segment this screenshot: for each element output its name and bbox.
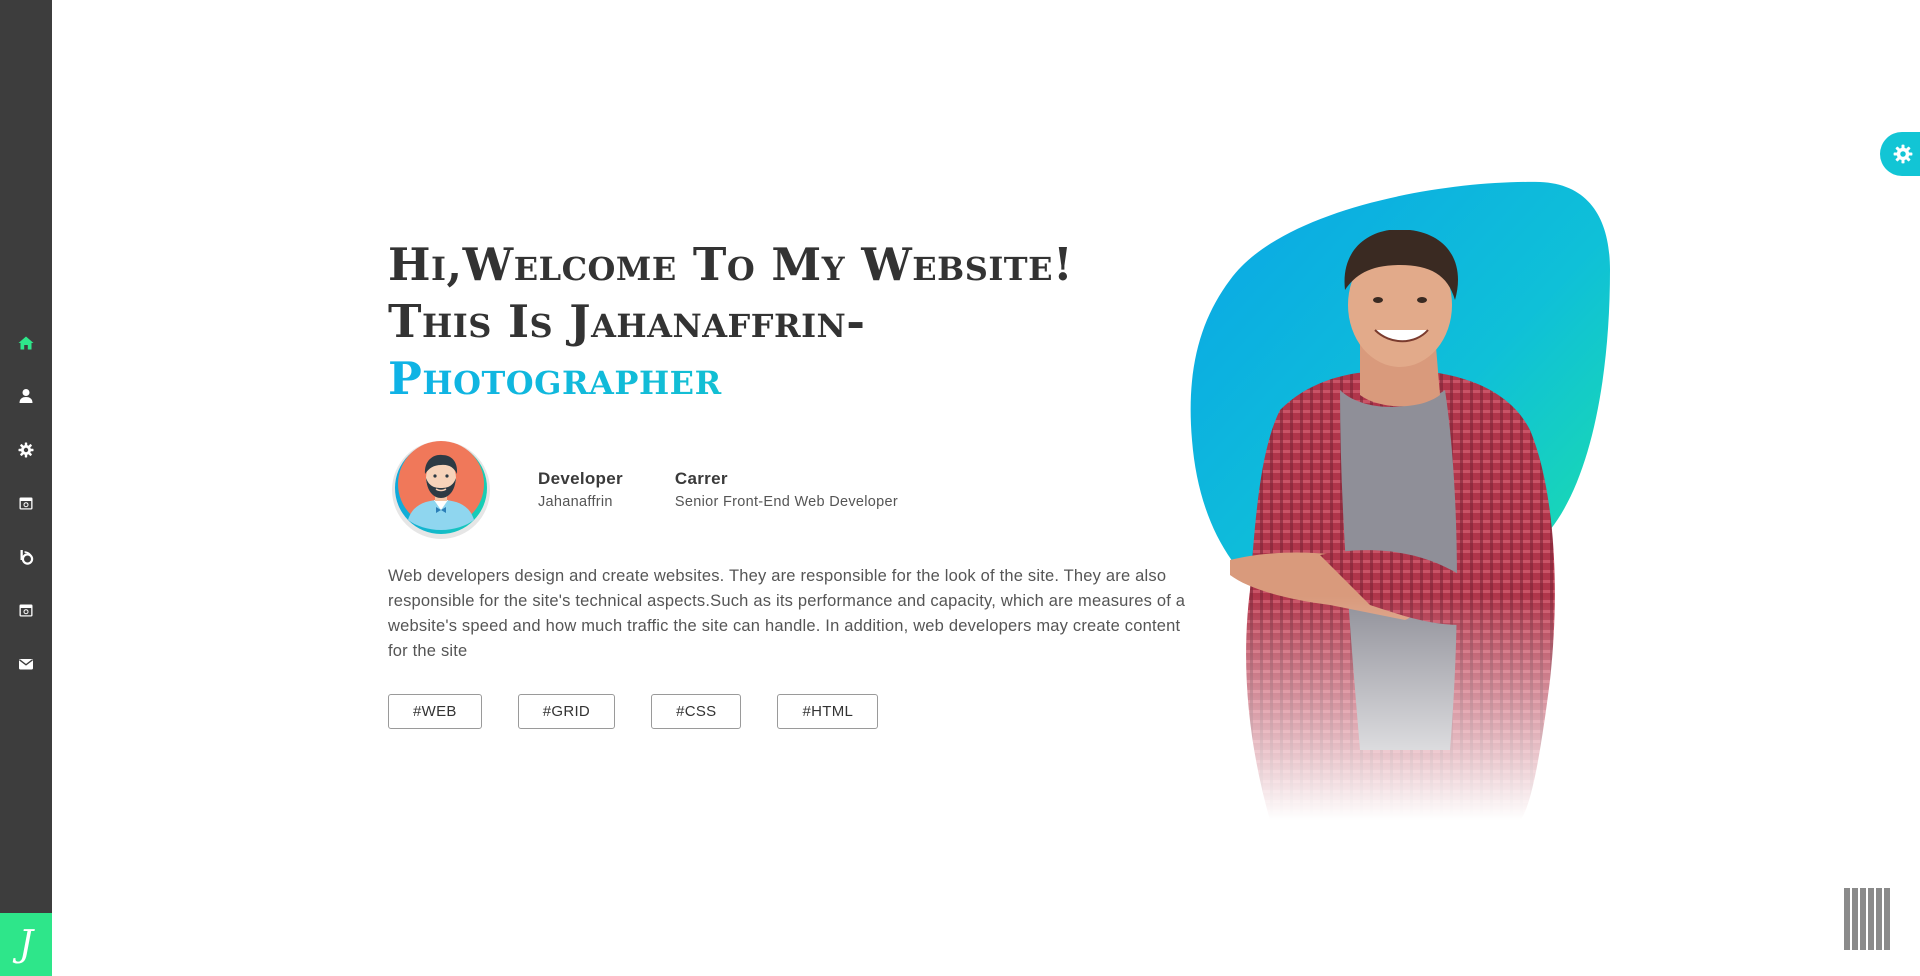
career-title: Carrer (674, 469, 728, 488)
home-icon (18, 336, 34, 350)
tag-web[interactable]: #WEB (388, 694, 482, 729)
career-value: Senior Front-End Web Developer (674, 494, 899, 510)
role-value: Jahanaffrin (538, 494, 613, 510)
sidebar-nav (0, 316, 52, 691)
nav-news[interactable] (0, 584, 52, 638)
blog-icon (20, 549, 34, 565)
nav-home[interactable] (0, 316, 52, 370)
nav-services[interactable] (0, 423, 52, 477)
tag-html[interactable]: #HTML (777, 694, 879, 729)
profile-info: Developer Jahanaffrin Carrer Senior Fron… (388, 440, 898, 540)
nav-contact[interactable] (0, 637, 52, 691)
hero-line-3: Photographer (388, 350, 1178, 407)
user-icon (19, 389, 33, 404)
role-block: Developer Jahanaffrin (538, 468, 623, 512)
avatar (388, 440, 494, 540)
description-text: Web developers design and create website… (388, 567, 1186, 660)
career-block: Carrer Senior Front-End Web Developer (675, 468, 898, 512)
tag-list: #WEB #GRID #CSS #HTML (388, 694, 914, 729)
tag-css[interactable]: #CSS (651, 694, 742, 729)
tag-grid[interactable]: #GRID (517, 694, 616, 729)
nav-portfolio[interactable] (0, 477, 52, 531)
nav-about[interactable] (0, 370, 52, 424)
settings-toggle-button[interactable] (1880, 132, 1920, 176)
hero-line-1: Hi,Welcome To My Website! (388, 238, 1074, 291)
hero-line-2: This Is Jahanaffrin- (388, 295, 866, 348)
hero-section: Hi,Welcome To My Website! This Is Jahana… (388, 236, 1178, 407)
envelope-icon (19, 658, 33, 670)
hero-person-image (1210, 230, 1590, 820)
calendar-icon (19, 497, 33, 510)
brand-logo[interactable]: J (0, 913, 52, 976)
gear-icon (1893, 144, 1913, 164)
hero-heading: Hi,Welcome To My Website! This Is Jahana… (388, 236, 1178, 407)
nav-blog[interactable] (0, 530, 52, 584)
sidebar: J (0, 0, 52, 976)
calendar-icon (19, 604, 33, 617)
scroll-bars-icon[interactable] (1844, 888, 1894, 950)
role-title: Developer (538, 469, 623, 488)
gear-icon (18, 442, 34, 458)
